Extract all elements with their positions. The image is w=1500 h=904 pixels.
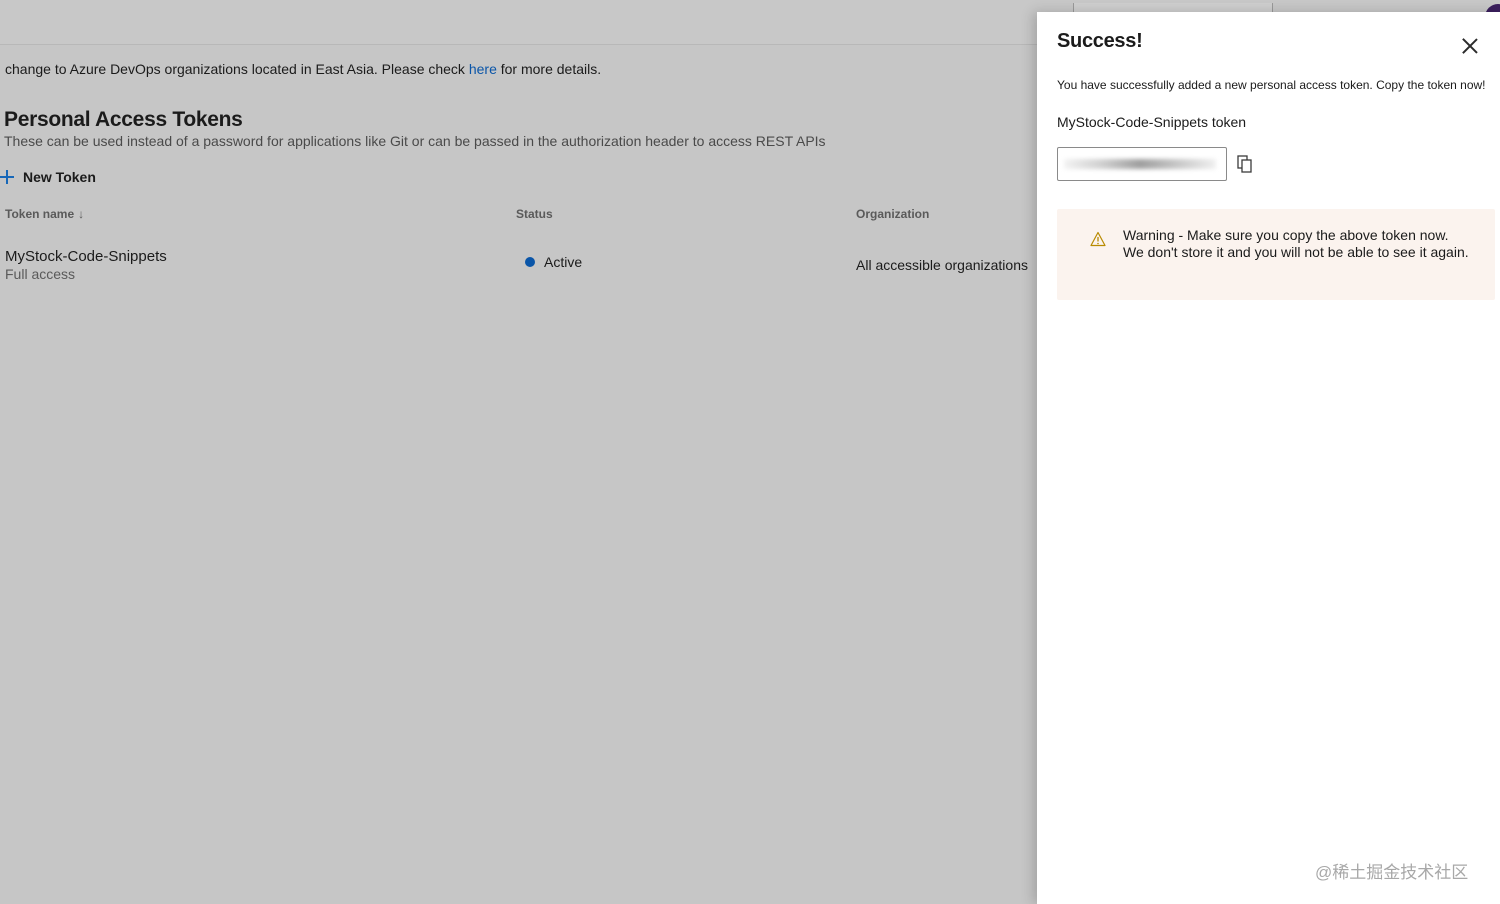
token-field[interactable] [1057, 147, 1227, 181]
column-header-organization[interactable]: Organization [856, 207, 929, 221]
warning-icon [1090, 231, 1106, 247]
region-notice-banner: change to Azure DevOps organizations loc… [5, 61, 601, 77]
token-access: Full access [5, 266, 76, 282]
new-token-button[interactable]: New Token [0, 168, 96, 186]
banner-text-before: change to Azure DevOps organizations loc… [5, 61, 469, 77]
plus-icon [0, 170, 14, 184]
sort-down-icon[interactable]: ↓ [78, 207, 84, 221]
success-panel: Success! You have successfully added a n… [1037, 12, 1500, 904]
panel-title: Success! [1057, 30, 1143, 52]
page-title: Personal Access Tokens [4, 108, 243, 131]
new-token-label: New Token [23, 169, 96, 185]
warning-message-bar: Warning - Make sure you copy the above t… [1057, 209, 1495, 300]
column-header-status[interactable]: Status [516, 207, 553, 221]
copy-icon[interactable] [1237, 155, 1253, 173]
token-value-redacted [1064, 159, 1216, 169]
token-name[interactable]: MyStock-Code-Snippets [5, 248, 167, 265]
status-label: Active [544, 254, 583, 270]
banner-here-link[interactable]: here [469, 61, 497, 77]
token-organization: All accessible organizations [856, 257, 1028, 273]
close-icon[interactable] [1460, 36, 1480, 56]
watermark: @稀土掘金技术社区 [1315, 863, 1469, 882]
warning-text: Warning - Make sure you copy the above t… [1123, 227, 1469, 260]
success-message: You have successfully added a new person… [1057, 78, 1486, 92]
column-header-token-name[interactable]: Token name ↓ [5, 207, 84, 221]
status-dot-icon [525, 257, 535, 267]
banner-text-after: for more details. [496, 61, 602, 77]
page-description: These can be used instead of a password … [4, 133, 826, 149]
token-status: Active [525, 254, 582, 270]
token-label: MyStock-Code-Snippets token [1057, 114, 1247, 130]
